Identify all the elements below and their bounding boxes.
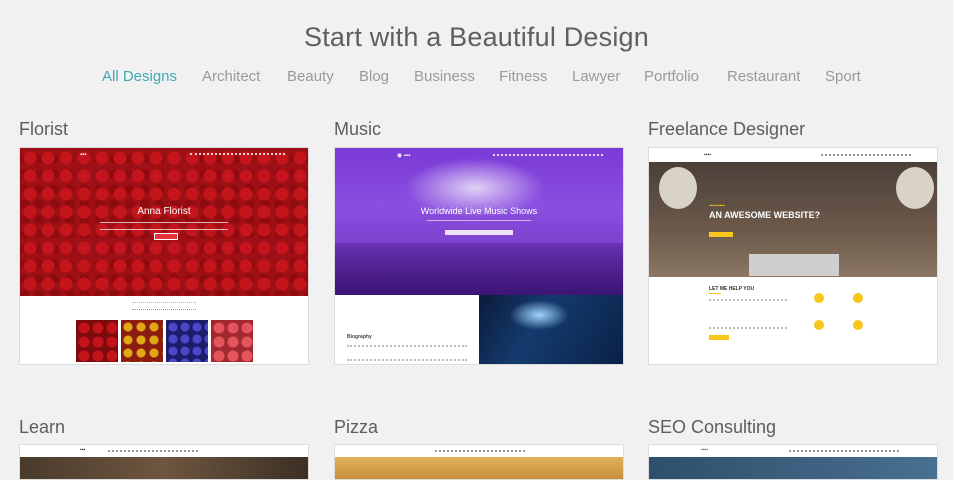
- template-preview-florist[interactable]: ▪▪▪ Anna Florist: [19, 147, 309, 365]
- music-biography-section: Biography: [335, 295, 479, 364]
- florist-hero-subtitle: [100, 222, 228, 230]
- concert-crowd: [335, 243, 623, 295]
- learn-navbar: ▪▪▪: [20, 445, 308, 457]
- filter-architect[interactable]: Architect: [202, 68, 260, 85]
- learn-hero-image: [20, 457, 308, 479]
- filter-blog[interactable]: Blog: [359, 68, 389, 85]
- freelance-hero-image: ▪▪▪▪▪▪▪▪▪ AN AWESOME WEBSITE?: [649, 162, 937, 277]
- gallery-image: [121, 320, 163, 362]
- service-icon: [814, 320, 824, 330]
- florist-hero-button: [154, 233, 178, 240]
- template-title-freelance-designer[interactable]: Freelance Designer: [648, 119, 805, 140]
- design-category-filters: All Designs Architect Beauty Blog Busine…: [0, 68, 953, 88]
- speaker-image: [659, 167, 697, 209]
- florist-logo: ▪▪▪: [80, 152, 87, 158]
- filter-lawyer[interactable]: Lawyer: [572, 68, 620, 85]
- music-hero-button: [445, 230, 513, 235]
- keyboard-image: [749, 254, 839, 276]
- template-title-seo-consulting[interactable]: SEO Consulting: [648, 417, 776, 438]
- template-preview-music[interactable]: ◉ ▪▪▪ Worldwide Live Music Shows Biograp…: [334, 147, 624, 365]
- freelance-nav: [821, 154, 911, 156]
- template-preview-freelance-designer[interactable]: ▪▪▪▪ ▪▪▪▪▪▪▪▪▪ AN AWESOME WEBSITE? LET M…: [648, 147, 938, 365]
- learn-nav: [108, 450, 198, 452]
- music-logo: ◉ ▪▪▪: [397, 153, 411, 159]
- freelance-section-text: [709, 299, 787, 329]
- florist-section-heading: [132, 302, 196, 314]
- page-title: Start with a Beautiful Design: [304, 22, 649, 53]
- seo-logo: ▪▪▪▪: [701, 447, 709, 453]
- template-title-florist[interactable]: Florist: [19, 119, 68, 140]
- freelance-hero-button: [709, 232, 733, 237]
- filter-fitness[interactable]: Fitness: [499, 68, 547, 85]
- pizza-hero-image: [335, 457, 623, 479]
- learn-logo: ▪▪▪: [80, 447, 86, 453]
- filter-business[interactable]: Business: [414, 68, 475, 85]
- seo-navbar: ▪▪▪▪: [649, 445, 937, 457]
- filter-sport[interactable]: Sport: [825, 68, 861, 85]
- section-underline: [709, 293, 721, 294]
- freelance-hero-heading: AN AWESOME WEBSITE?: [709, 210, 821, 220]
- music-hero-image: ◉ ▪▪▪ Worldwide Live Music Shows: [335, 148, 623, 295]
- gallery-image: [211, 320, 253, 362]
- music-hero-heading: Worldwide Live Music Shows: [420, 206, 538, 216]
- template-title-music[interactable]: Music: [334, 119, 381, 140]
- freelance-hero-tagline: ▪▪▪▪▪▪▪▪▪: [709, 203, 725, 209]
- pizza-nav: [435, 450, 525, 452]
- template-title-learn[interactable]: Learn: [19, 417, 65, 438]
- service-icon: [814, 293, 824, 303]
- freelance-section-label: LET ME HELP YOU: [709, 286, 755, 292]
- music-section-text: [347, 345, 467, 361]
- seo-hero-image: [649, 457, 937, 479]
- florist-hero-name: Anna Florist: [137, 206, 191, 217]
- speaker-image: [896, 167, 934, 209]
- music-section-label: Biography: [347, 334, 372, 340]
- florist-hero-image: ▪▪▪ Anna Florist: [20, 148, 308, 296]
- filter-portfolio[interactable]: Portfolio: [644, 68, 699, 85]
- filter-all-designs[interactable]: All Designs: [102, 68, 177, 85]
- florist-nav: [190, 153, 285, 157]
- freelance-services-section: LET ME HELP YOU: [649, 277, 937, 364]
- service-icon: [853, 320, 863, 330]
- music-hero-subtitle: [427, 220, 531, 221]
- pizza-navbar: [335, 445, 623, 457]
- service-icon: [853, 293, 863, 303]
- freelance-navbar: ▪▪▪▪: [649, 148, 937, 162]
- spotlight: [509, 300, 569, 330]
- music-nav: [493, 154, 603, 156]
- gallery-image: [76, 320, 118, 362]
- freelance-section-button: [709, 335, 729, 340]
- seo-nav: [789, 450, 899, 452]
- template-title-pizza[interactable]: Pizza: [334, 417, 378, 438]
- freelance-logo: ▪▪▪▪: [704, 152, 712, 158]
- filter-beauty[interactable]: Beauty: [287, 68, 334, 85]
- filter-restaurant[interactable]: Restaurant: [727, 68, 800, 85]
- music-performer-image: [479, 295, 623, 364]
- gallery-image: [166, 320, 208, 362]
